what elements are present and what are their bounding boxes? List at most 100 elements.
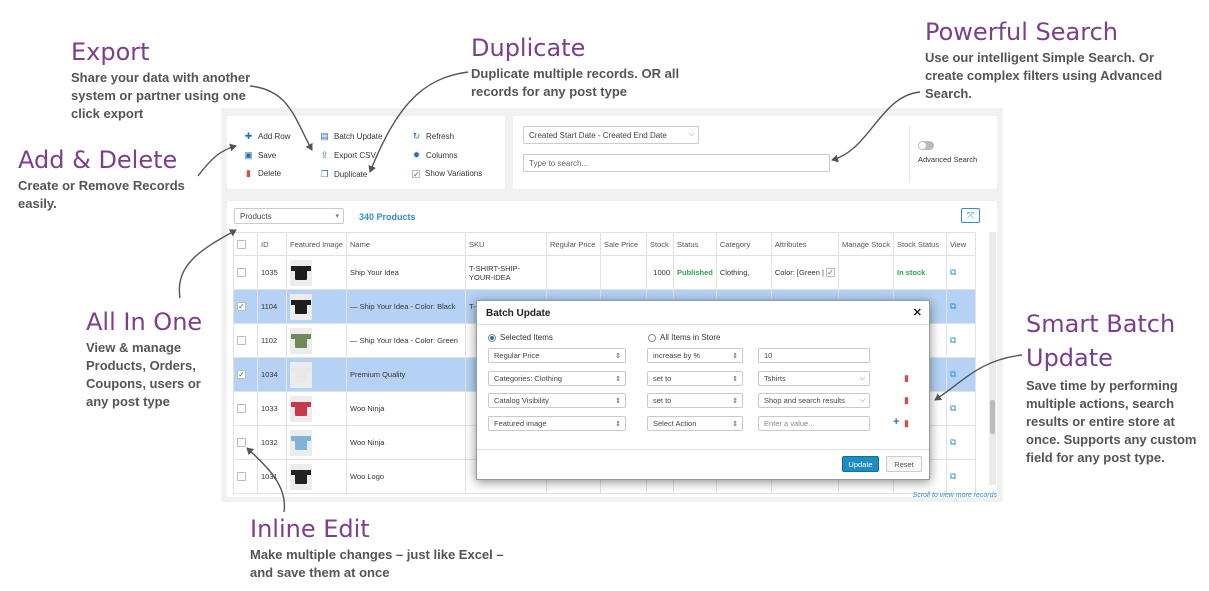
batch-value-field[interactable]: Shop and search results ⌵ bbox=[758, 393, 870, 408]
date-range-filter[interactable]: Created Start Date - Created End Date ⌵ bbox=[523, 126, 699, 144]
column-header-id[interactable]: ID bbox=[257, 232, 287, 256]
cell-featured-image[interactable] bbox=[286, 289, 347, 324]
product-thumbnail[interactable] bbox=[290, 429, 312, 456]
cell-view[interactable]: ⧉ bbox=[946, 357, 976, 392]
cell-regular-price[interactable] bbox=[546, 255, 601, 290]
external-link-icon[interactable]: ⧉ bbox=[950, 403, 956, 413]
row-select-cell[interactable]: ✓ bbox=[233, 357, 258, 392]
manage-stock-checkbox[interactable]: ✓ bbox=[826, 268, 835, 278]
product-thumbnail[interactable] bbox=[290, 395, 312, 422]
cell-id[interactable]: 1032 bbox=[257, 425, 287, 460]
batch-action-select[interactable]: Select Action ⇕ bbox=[647, 416, 743, 431]
cell-id[interactable]: 1034 bbox=[257, 357, 287, 392]
batch-action-select[interactable]: set to ⇕ bbox=[647, 371, 743, 386]
update-button[interactable]: Update bbox=[842, 456, 879, 472]
scrollbar-thumb[interactable] bbox=[990, 400, 995, 434]
row-checkbox[interactable] bbox=[237, 268, 246, 278]
cell-name[interactable]: Ship Your Idea bbox=[346, 255, 466, 290]
batch-value-field[interactable]: Enter a value... bbox=[758, 416, 870, 431]
batch-action-select[interactable]: set to ⇕ bbox=[647, 393, 743, 408]
row-checkbox[interactable] bbox=[237, 404, 246, 414]
row-checkbox[interactable] bbox=[237, 472, 246, 482]
cell-stock[interactable]: 1000 bbox=[646, 255, 674, 290]
close-icon[interactable]: ✕ bbox=[913, 306, 922, 319]
row-checkbox[interactable] bbox=[237, 336, 246, 346]
row-select-cell[interactable] bbox=[233, 459, 258, 494]
product-thumbnail[interactable] bbox=[290, 463, 312, 490]
cell-featured-image[interactable] bbox=[286, 255, 347, 290]
table-row[interactable]: 1035 Ship Your Idea T-SHIRT-SHIP- YOUR-IDEA… bbox=[233, 255, 976, 290]
scope-all-items[interactable]: All Items in Store bbox=[648, 333, 720, 342]
cell-featured-image[interactable] bbox=[286, 323, 347, 358]
cell-name[interactable]: Woo Logo bbox=[346, 459, 466, 494]
external-link-icon[interactable]: ⧉ bbox=[950, 335, 956, 345]
external-link-icon[interactable]: ⧉ bbox=[950, 437, 956, 447]
cell-id[interactable]: 1031 bbox=[257, 459, 287, 494]
scope-selected-items[interactable]: Selected Items bbox=[488, 333, 553, 342]
search-input[interactable]: Type to search... bbox=[523, 154, 830, 172]
cell-id[interactable]: 1102 bbox=[257, 323, 287, 358]
cell-view[interactable]: ⧉ bbox=[946, 391, 976, 426]
column-header-name[interactable]: Name bbox=[346, 232, 466, 256]
product-thumbnail[interactable] bbox=[290, 361, 312, 388]
advanced-search-toggle[interactable] bbox=[918, 141, 934, 150]
cell-view[interactable]: ⧉ bbox=[946, 323, 976, 358]
post-type-select[interactable]: Products ▾ bbox=[234, 208, 344, 224]
columns-button[interactable]: ✹ Columns bbox=[412, 151, 458, 161]
remove-row-icon[interactable]: ▮ bbox=[904, 395, 909, 406]
cell-featured-image[interactable] bbox=[286, 425, 347, 460]
show-variations-toggle[interactable]: ✓ Show Variations bbox=[412, 169, 482, 178]
reset-button[interactable]: Reset bbox=[886, 456, 922, 472]
show-variations-checkbox[interactable]: ✓ bbox=[412, 169, 420, 178]
remove-row-icon[interactable]: ▮ bbox=[904, 373, 909, 384]
save-button[interactable]: ▣ Save bbox=[244, 151, 276, 161]
cell-name[interactable]: — Ship Your Idea - Color: Green bbox=[346, 323, 466, 358]
cell-id[interactable]: 1104 bbox=[257, 289, 287, 324]
row-checkbox[interactable] bbox=[237, 438, 246, 448]
column-header-stock[interactable]: Stock bbox=[646, 232, 674, 256]
cell-name[interactable]: Woo Ninja bbox=[346, 391, 466, 426]
refresh-button[interactable]: ↻ Refresh bbox=[412, 132, 454, 142]
cell-name[interactable]: Woo Ninja bbox=[346, 425, 466, 460]
cell-featured-image[interactable] bbox=[286, 459, 347, 494]
product-thumbnail[interactable] bbox=[290, 259, 312, 286]
row-select-cell[interactable]: ✓ bbox=[233, 289, 258, 324]
duplicate-button[interactable]: ❐ Duplicate bbox=[320, 170, 367, 180]
batch-field-select[interactable]: Regular Price ⇕ bbox=[488, 348, 626, 363]
cell-sku[interactable]: T-SHIRT-SHIP- YOUR-IDEA bbox=[465, 255, 547, 290]
product-thumbnail[interactable] bbox=[290, 293, 312, 320]
remove-row-icon[interactable]: ▮ bbox=[904, 418, 909, 429]
cell-featured-image[interactable] bbox=[286, 391, 347, 426]
batch-update-button[interactable]: ▤ Batch Update bbox=[320, 132, 382, 142]
select-all-checkbox[interactable] bbox=[237, 239, 246, 249]
batch-field-select[interactable]: Featured image ⇕ bbox=[488, 416, 626, 431]
column-header-status[interactable]: Status bbox=[673, 232, 717, 256]
batch-value-field[interactable]: Tshirts ⌵ bbox=[758, 371, 870, 386]
column-header-sku[interactable]: SKU bbox=[465, 232, 547, 256]
product-thumbnail[interactable] bbox=[290, 327, 312, 354]
column-header-manage-stock[interactable]: Manage Stock bbox=[838, 232, 894, 256]
select-all-header[interactable] bbox=[233, 232, 258, 256]
cell-manage-stock[interactable] bbox=[838, 255, 894, 290]
cell-name[interactable]: Premium Quality bbox=[346, 357, 466, 392]
cell-stock-status[interactable]: In stock bbox=[893, 255, 947, 290]
batch-action-select[interactable]: increase by % ⇕ bbox=[647, 348, 743, 363]
external-link-icon[interactable]: ⧉ bbox=[950, 471, 956, 481]
cell-sale-price[interactable] bbox=[600, 255, 647, 290]
column-header-regular-price[interactable]: Regular Price bbox=[546, 232, 601, 256]
batch-field-select[interactable]: Catalog Visibility ⇕ bbox=[488, 393, 626, 408]
column-header-featured-image[interactable]: Featured Image bbox=[286, 232, 347, 256]
cell-view[interactable]: ⧉ bbox=[946, 289, 976, 324]
vertical-scrollbar[interactable] bbox=[989, 232, 996, 485]
delete-button[interactable]: ▮ Delete bbox=[244, 169, 281, 179]
cell-view[interactable]: ⧉ bbox=[946, 425, 976, 460]
batch-value-field[interactable]: 10 bbox=[758, 348, 870, 363]
export-csv-button[interactable]: ⇪ Export CSV bbox=[320, 151, 376, 161]
row-checkbox[interactable]: ✓ bbox=[237, 370, 246, 380]
column-header-sale-price[interactable]: Sale Price bbox=[600, 232, 647, 256]
external-link-icon[interactable]: ⧉ bbox=[950, 301, 956, 311]
row-select-cell[interactable] bbox=[233, 425, 258, 460]
fullscreen-button[interactable]: ⤧ bbox=[961, 208, 980, 223]
cell-category[interactable]: Clothing, bbox=[715, 255, 772, 290]
add-row-icon[interactable]: + bbox=[893, 416, 899, 428]
